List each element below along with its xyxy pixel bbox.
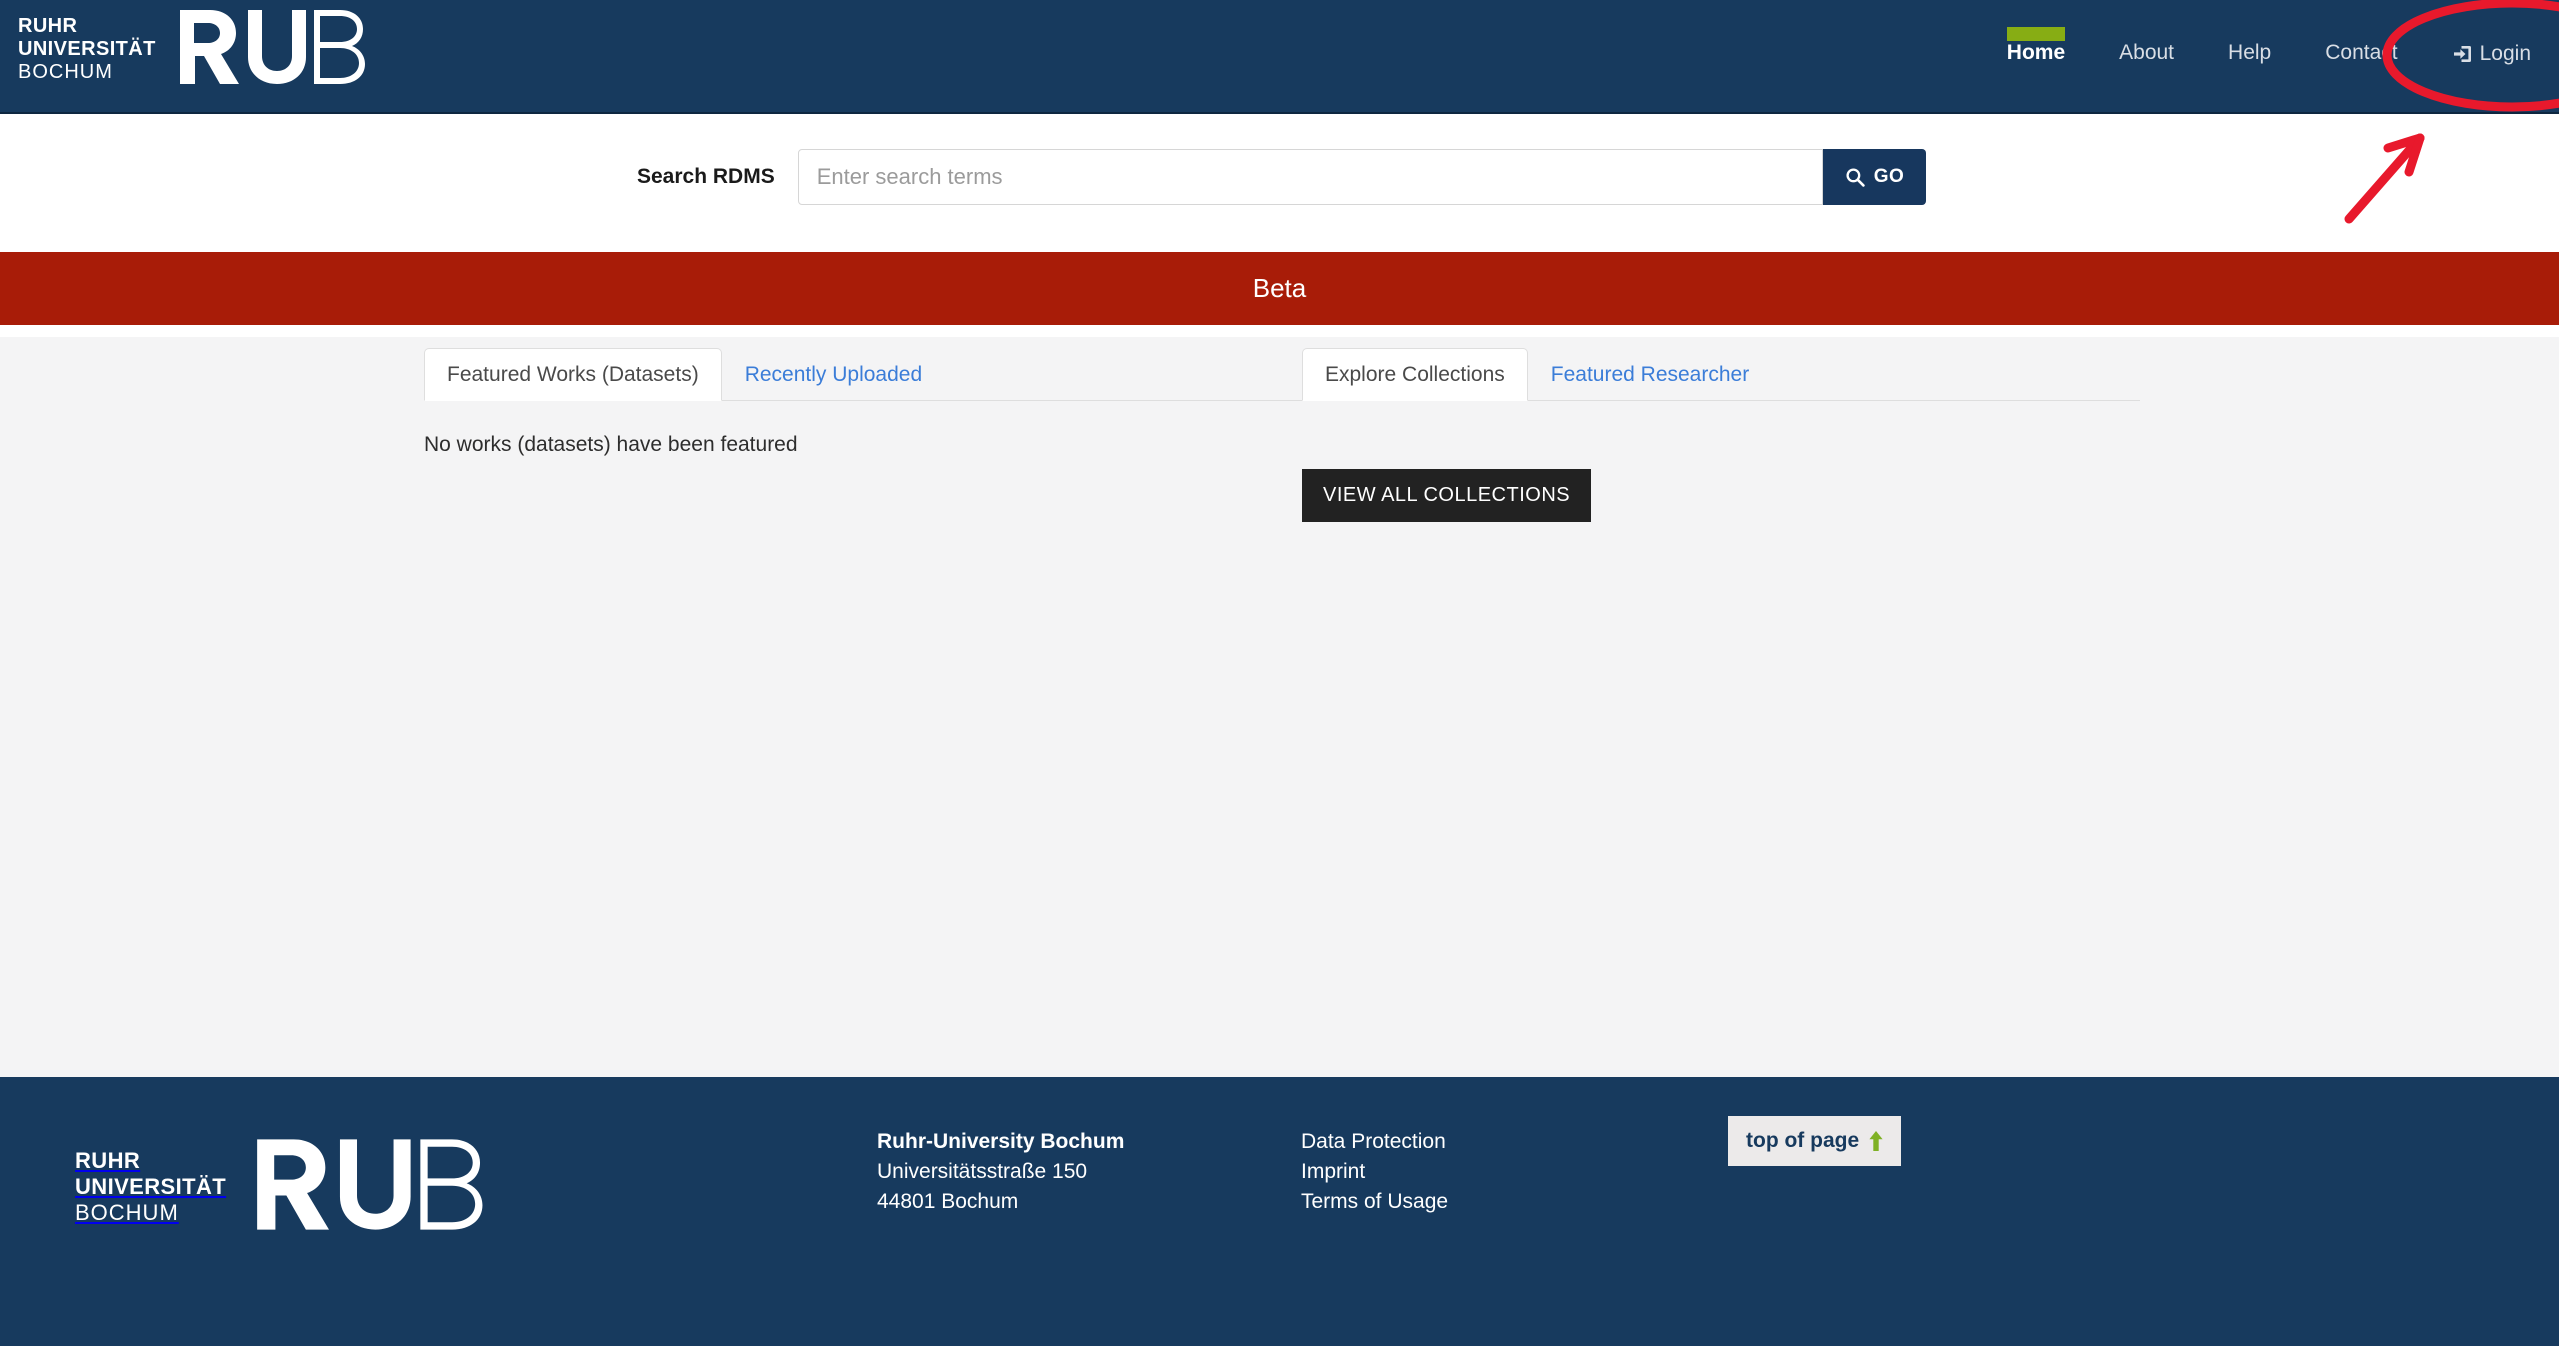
footer-logo-line-3: BOCHUM — [75, 1200, 179, 1225]
footer-rub-wordmark-icon — [254, 1137, 499, 1237]
logo-line-1: RUHR — [18, 15, 78, 37]
tab-featured-researcher[interactable]: Featured Researcher — [1528, 348, 1772, 400]
nav-item-about[interactable]: About — [2092, 0, 2201, 63]
featured-works-body: No works (datasets) have been featured — [424, 401, 1304, 457]
header-logo-link[interactable]: RUHR UNIVERSITÄT BOCHUM — [18, 8, 378, 91]
arrow-up-icon — [1869, 1131, 1883, 1151]
nav-item-login[interactable]: Login — [2425, 0, 2549, 64]
header-university-name: RUHR UNIVERSITÄT BOCHUM — [18, 15, 156, 84]
nav-label-help: Help — [2228, 41, 2272, 64]
top-of-page-label: top of page — [1746, 1129, 1860, 1152]
search-go-label: GO — [1873, 166, 1905, 187]
logo-line-2: UNIVERSITÄT — [18, 38, 156, 60]
collections-body: VIEW ALL COLLECTIONS — [1302, 401, 2140, 522]
rub-wordmark-icon — [178, 8, 378, 91]
tab-featured-works[interactable]: Featured Works (Datasets) — [424, 348, 722, 401]
footer-address-block: Ruhr-University Bochum Universitätsstraß… — [877, 1127, 1124, 1217]
tab-explore-collections[interactable]: Explore Collections — [1302, 348, 1528, 401]
search-form: Search RDMS GO — [637, 149, 1927, 205]
beta-banner: Beta — [0, 252, 2559, 325]
search-go-button[interactable]: GO — [1822, 149, 1927, 205]
tab-label-featured-researcher: Featured Researcher — [1550, 363, 1750, 386]
site-footer: RUHR UNIVERSITÄT BOCHUM — [0, 1077, 2559, 1346]
search-input[interactable] — [797, 149, 1823, 205]
tab-label-featured-works: Featured Works (Datasets) — [447, 363, 699, 386]
footer-logo-link[interactable]: RUHR UNIVERSITÄT BOCHUM — [75, 1137, 499, 1237]
main-navigation: Home About Help Contact Login — [1980, 0, 2549, 114]
nav-item-help[interactable]: Help — [2201, 0, 2298, 63]
nav-label-login: Login — [2479, 41, 2531, 65]
nav-label-about: About — [2119, 41, 2175, 64]
footer-logo-line-2: UNIVERSITÄT — [75, 1174, 227, 1199]
search-region: Search RDMS GO — [0, 116, 2559, 252]
nav-item-home[interactable]: Home — [1980, 0, 2092, 63]
beta-banner-text: Beta — [1252, 273, 1307, 303]
search-label: Search RDMS — [637, 165, 775, 188]
tab-label-explore-collections: Explore Collections — [1325, 363, 1505, 386]
featured-works-empty-message: No works (datasets) have been featured — [424, 433, 798, 456]
footer-address-street: Universitätsstraße 150 — [877, 1160, 1088, 1183]
footer-university-name: RUHR UNIVERSITÄT BOCHUM — [75, 1148, 226, 1226]
top-of-page-button[interactable]: top of page — [1728, 1116, 1902, 1166]
footer-address-city: 44801 Bochum — [877, 1190, 1019, 1213]
nav-label-home: Home — [2006, 41, 2066, 64]
main-content: Featured Works (Datasets) Recently Uploa… — [0, 337, 2559, 1077]
tab-recently-uploaded[interactable]: Recently Uploaded — [722, 348, 945, 400]
page-root: RUHR UNIVERSITÄT BOCHUM Home About Help … — [0, 0, 2559, 1346]
search-icon — [1845, 167, 1865, 187]
nav-item-contact[interactable]: Contact — [2298, 0, 2424, 63]
view-all-collections-button[interactable]: VIEW ALL COLLECTIONS — [1302, 469, 1592, 522]
logo-line-3: BOCHUM — [18, 61, 113, 83]
nav-active-indicator — [2006, 27, 2066, 41]
footer-links-block: Data Protection Imprint Terms of Usage — [1301, 1127, 1448, 1217]
footer-link-imprint[interactable]: Imprint — [1301, 1157, 1448, 1187]
featured-works-panel: Featured Works (Datasets) Recently Uploa… — [424, 345, 1304, 457]
nav-label-contact: Contact — [2325, 41, 2398, 64]
footer-link-terms-of-usage[interactable]: Terms of Usage — [1301, 1187, 1448, 1217]
footer-logo-line-1: RUHR — [75, 1148, 141, 1173]
site-header: RUHR UNIVERSITÄT BOCHUM Home About Help … — [0, 0, 2559, 114]
collections-panel: Explore Collections Featured Researcher … — [1302, 345, 2140, 522]
tab-label-recently-uploaded: Recently Uploaded — [744, 363, 923, 386]
footer-address-title: Ruhr-University Bochum — [877, 1130, 1125, 1153]
sign-in-icon — [2452, 43, 2474, 65]
footer-link-data-protection[interactable]: Data Protection — [1301, 1127, 1448, 1157]
featured-works-tablist: Featured Works (Datasets) Recently Uploa… — [424, 345, 1304, 401]
collections-tablist: Explore Collections Featured Researcher — [1302, 345, 2140, 401]
